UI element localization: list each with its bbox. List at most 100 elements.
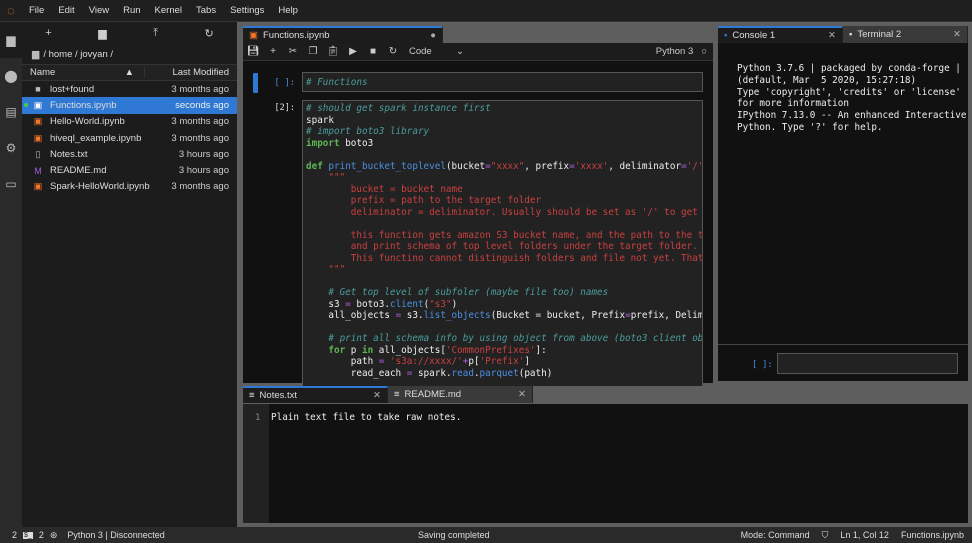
- code-token: "xxxx": [490, 160, 525, 172]
- new-folder-icon[interactable]: ▆: [98, 27, 106, 40]
- console-line: Python. Type '?' for help.: [737, 121, 883, 133]
- notebook-icon: ▣: [33, 181, 43, 192]
- code-line: # should get spark instance first: [306, 103, 699, 115]
- console-output: Python 3.7.6 | packaged by conda-forge |…: [718, 43, 968, 134]
- code-token: s3.: [401, 310, 424, 321]
- tab-readme-md[interactable]: ≡ README.md ✕: [388, 386, 533, 403]
- kernel-count[interactable]: 2: [39, 530, 44, 540]
- console-input[interactable]: [777, 353, 958, 374]
- new-launcher-icon[interactable]: +: [45, 27, 51, 39]
- code-line: this function gets amazon S3 bucket name…: [306, 230, 702, 242]
- code-token: (path): [518, 367, 553, 379]
- menu-file[interactable]: File: [22, 5, 51, 16]
- column-header-modified[interactable]: Last Modified: [145, 67, 237, 78]
- file-row[interactable]: ▣ Functions.ipynb seconds ago: [22, 97, 237, 114]
- console-prompt: [ ]:: [752, 360, 773, 370]
- code-token: (bucket: [445, 160, 486, 172]
- tab-functions-ipynb[interactable]: ▣ Functions.ipynb ●: [243, 26, 443, 43]
- menu-kernel[interactable]: Kernel: [148, 5, 189, 16]
- restart-icon[interactable]: ↻: [383, 46, 403, 57]
- code-token: """: [306, 172, 346, 183]
- code-cell-input[interactable]: # Functions: [302, 72, 703, 92]
- file-row[interactable]: ▣ Spark-HelloWorld.ipynb 3 months ago: [22, 179, 237, 195]
- close-icon[interactable]: ✕: [953, 29, 961, 40]
- paste-icon[interactable]: 📋︎: [323, 46, 343, 57]
- cell-type-select[interactable]: Code ⌄: [409, 46, 464, 57]
- terminal-icon: $_: [23, 531, 33, 539]
- text-file-icon: ≡: [249, 390, 255, 401]
- file-row[interactable]: ▯ Notes.txt 3 hours ago: [22, 146, 237, 162]
- code-cell-input[interactable]: # should get spark instance first spark # …: [302, 100, 703, 390]
- kernel-status[interactable]: Python 3 | Disconnected: [67, 530, 164, 540]
- stop-icon[interactable]: ■: [363, 46, 383, 57]
- console-line: (default, Mar 5 2020, 15:27:18): [737, 74, 917, 86]
- menu-edit[interactable]: Edit: [51, 5, 81, 16]
- tab-notes-txt[interactable]: ≡ Notes.txt ✕: [243, 386, 388, 403]
- terminal-count[interactable]: 2: [12, 530, 17, 540]
- code-token: print_bucket_toplevel: [328, 160, 446, 172]
- file-name: Notes.txt: [50, 148, 88, 160]
- unsaved-dot-icon[interactable]: ●: [430, 30, 436, 41]
- cursor-position[interactable]: Ln 1, Col 12: [840, 530, 889, 540]
- trusted-shield-icon[interactable]: ⛉: [822, 530, 829, 541]
- save-icon[interactable]: 💾︎: [243, 46, 263, 57]
- file-modified: 3 months ago: [171, 83, 229, 95]
- property-inspector-icon[interactable]: ⚙: [0, 130, 22, 166]
- menu-help[interactable]: Help: [271, 5, 305, 16]
- menu-run[interactable]: Run: [116, 5, 147, 16]
- close-icon[interactable]: ✕: [828, 30, 836, 41]
- menu-bar: ◌ File Edit View Run Kernel Tabs Settings Help: [0, 0, 972, 22]
- file-row[interactable]: M README.md 3 hours ago: [22, 162, 237, 178]
- open-tabs-icon[interactable]: ▭: [0, 166, 22, 202]
- markdown-icon: M: [34, 165, 42, 176]
- tab-label: README.md: [404, 389, 462, 400]
- close-icon[interactable]: ✕: [373, 390, 381, 401]
- tab-terminal-2[interactable]: ▪ Terminal 2 ✕: [843, 26, 968, 43]
- code-token: read_each: [306, 367, 407, 379]
- code-token: boto3: [339, 137, 374, 149]
- commands-icon[interactable]: ▤: [0, 94, 22, 130]
- menu-view[interactable]: View: [82, 5, 116, 16]
- code-line: # import boto3 library: [306, 126, 699, 138]
- run-icon[interactable]: ▶: [343, 46, 363, 57]
- code-token: 'xxxx': [574, 160, 609, 172]
- code-line: s3 = boto3.client("s3"): [306, 299, 699, 311]
- menu-settings[interactable]: Settings: [223, 5, 271, 16]
- refresh-icon[interactable]: ↻: [205, 27, 214, 40]
- tab-label: Console 1: [732, 30, 776, 41]
- file-row[interactable]: ▣ Hello-World.ipynb 3 months ago: [22, 114, 237, 130]
- cell-prompt: [ ]:: [274, 78, 295, 88]
- folder-icon[interactable]: ▆: [0, 22, 22, 58]
- upload-icon[interactable]: ⤒: [153, 27, 158, 40]
- file-name: Functions.ipynb: [50, 99, 117, 111]
- tab-console-1[interactable]: ▪ Console 1 ✕: [718, 26, 843, 43]
- code-line: def print_bucket_toplevel(bucket="xxxx",…: [306, 160, 702, 173]
- menu-tabs[interactable]: Tabs: [189, 5, 223, 16]
- code-line: # print all schema info by using object …: [306, 333, 702, 345]
- code-token: boto3.: [350, 298, 390, 310]
- code-token: s3: [306, 298, 346, 310]
- cell-prompt: [2]:: [274, 103, 295, 113]
- copy-icon[interactable]: ❐: [303, 46, 323, 57]
- insert-cell-icon[interactable]: +: [263, 46, 283, 57]
- kernel-name[interactable]: Python 3: [656, 46, 694, 57]
- code-token: ]:: [535, 344, 547, 356]
- code-token: # should get spark instance first: [306, 103, 491, 114]
- breadcrumb[interactable]: / home / jovyan /: [43, 49, 113, 60]
- editor-panel: ≡ Notes.txt ✕ ≡ README.md ✕ 1 Plain text fil…: [243, 386, 968, 523]
- file-row[interactable]: ▣ hiveql_example.ipynb 3 months ago: [22, 130, 237, 146]
- code-token: (Bucket = bucket, Prefix: [490, 310, 626, 321]
- console-line: Python 3.7.6 | packaged by conda-forge |: [737, 63, 961, 74]
- running-icon[interactable]: ⬤: [0, 58, 22, 94]
- close-icon[interactable]: ✕: [518, 389, 526, 400]
- code-token: deliminator = deliminator. Usually shoul…: [350, 206, 698, 218]
- console-panel: ▪ Console 1 ✕ ▪ Terminal 2 ✕ Python 3.7.6 | …: [718, 26, 968, 381]
- code-token: , prefix: [524, 160, 570, 172]
- notebook-panel: ▣ Functions.ipynb ● 💾︎ + ✂ ❐ 📋︎ ▶ ■ ↻ Co…: [243, 26, 713, 390]
- editor-text[interactable]: Plain text file to take raw notes.: [271, 412, 461, 423]
- file-row[interactable]: ■ lost+found 3 months ago: [22, 81, 237, 97]
- folder-icon: ▆: [32, 48, 40, 60]
- column-header-name[interactable]: Name ▲: [22, 67, 145, 78]
- cut-icon[interactable]: ✂: [283, 46, 303, 57]
- file-modified: 3 hours ago: [178, 165, 229, 177]
